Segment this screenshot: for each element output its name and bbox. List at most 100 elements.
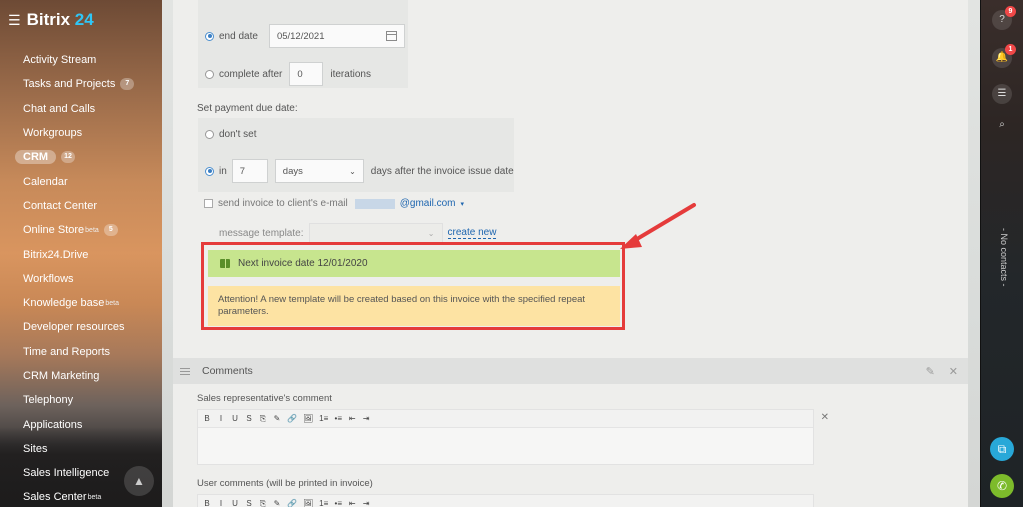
scroll-up-icon[interactable]: ▲ <box>124 466 154 496</box>
sidebar-item-workgroups[interactable]: Workgroups <box>23 121 158 145</box>
open-lines-icon[interactable]: ⧉ <box>990 437 1014 461</box>
create-new-link[interactable]: create new <box>447 227 497 239</box>
send-invoice-label: send invoice to client's e-mail <box>218 198 348 209</box>
complete-after-label: complete after <box>219 68 283 80</box>
days-count-input[interactable]: 7 <box>231 159 268 183</box>
help-badge: 9 <box>1005 6 1016 17</box>
sales-rep-comment-label: Sales representative's comment <box>197 393 332 404</box>
sidebar-item-crm-marketing[interactable]: CRM Marketing <box>23 364 158 388</box>
sidebar-item-label: Contact Center <box>23 199 97 212</box>
end-date-radio[interactable] <box>205 31 214 41</box>
menu-burger-icon[interactable]: ☰ <box>8 12 21 29</box>
dont-set-radio[interactable] <box>205 130 214 139</box>
editor-toolbar-button[interactable]: •≡ <box>334 499 342 507</box>
sidebar-item-telephony[interactable]: Telephony <box>23 388 158 412</box>
editor-toolbar-button[interactable]: 1≡ <box>319 414 328 423</box>
in-days-radio[interactable] <box>205 166 214 176</box>
sidebar-item-bitrix24-drive[interactable]: Bitrix24.Drive <box>23 242 158 266</box>
sidebar-item-applications[interactable]: Applications <box>23 412 158 436</box>
edit-pencil-icon[interactable]: ✎ <box>926 365 935 378</box>
in-days-row: in 7 days ⌄ days after the invoice issue… <box>205 159 514 183</box>
editor-toolbar-button[interactable]: I <box>217 414 225 423</box>
sidebar-item-label: CRM <box>15 150 57 165</box>
app-logo[interactable]: ☰ Bitrix 24 <box>8 10 94 30</box>
next-invoice-banner: Next invoice date 12/01/2020 <box>208 250 620 277</box>
chevron-down-icon: ⌄ <box>349 166 356 176</box>
chat-icon[interactable]: ☰ <box>992 84 1012 104</box>
sidebar-item-tasks-and-projects[interactable]: Tasks and Projects 7 <box>23 72 158 96</box>
send-invoice-checkbox[interactable] <box>204 199 213 208</box>
sidebar-item-beta-tag: beta <box>105 299 119 307</box>
editor-toolbar-button[interactable]: 🔗 <box>287 499 297 507</box>
sidebar-item-label: Applications <box>23 418 83 431</box>
drag-handle-icon[interactable] <box>180 367 190 375</box>
search-icon[interactable]: ⌕ <box>992 115 1012 135</box>
email-dropdown-icon[interactable]: ▾ <box>460 200 464 208</box>
editor-toolbar-button[interactable]: ✎ <box>273 414 281 423</box>
editor-toolbar-button[interactable]: ⇥ <box>362 414 370 423</box>
editor-toolbar-button[interactable]: B <box>203 499 211 507</box>
annotation-arrow-icon <box>620 203 696 249</box>
sidebar-item-label: Sites <box>23 442 48 455</box>
sales-rep-comment-editor[interactable]: B I U S ⎘ ✎ 🔗 🖼 1≡ •≡ ⇤ ⇥ ✕ <box>197 409 829 465</box>
sidebar-item-label: Tasks and Projects <box>23 78 116 91</box>
sidebar-item-knowledge-base[interactable]: Knowledge base beta <box>23 291 158 315</box>
help-icon[interactable]: ? 9 <box>992 6 1016 30</box>
editor-toolbar-button[interactable]: U <box>231 414 239 423</box>
editor-toolbar-button[interactable]: •≡ <box>334 414 342 423</box>
sidebar-item-contact-center[interactable]: Contact Center <box>23 194 158 218</box>
editor-toolbar-button[interactable]: 🔗 <box>287 414 297 423</box>
sidebar-item-chat-and-calls[interactable]: Chat and Calls <box>23 97 158 121</box>
editor-toolbar-button[interactable]: S <box>245 414 253 423</box>
end-date-input[interactable]: 05/12/2021 <box>268 24 405 48</box>
sidebar-item-online-store[interactable]: Online Store beta 5 <box>23 218 158 242</box>
sidebar-item-calendar[interactable]: Calendar <box>23 169 158 193</box>
sidebar-item-label: Workgroups <box>23 127 83 140</box>
attention-text: Attention! A new template will be create… <box>218 294 586 317</box>
email-masked-part <box>354 198 395 209</box>
calendar-icon[interactable] <box>385 31 397 41</box>
after-issue-label: days after the invoice issue date <box>370 165 514 177</box>
sidebar-item-sites[interactable]: Sites <box>23 437 158 461</box>
editor-toolbar-button[interactable]: U <box>231 499 239 507</box>
email-domain[interactable]: @gmail.com <box>400 198 456 209</box>
complete-after-radio[interactable] <box>205 69 214 79</box>
sidebar-item-label: Developer resources <box>23 321 125 334</box>
sidebar-item-label: Chat and Calls <box>23 102 96 115</box>
sidebar-item-time-and-reports[interactable]: Time and Reports <box>23 340 158 364</box>
sidebar-item-label: Time and Reports <box>23 345 111 358</box>
editor-toolbar-button[interactable]: 🖼 <box>303 499 313 507</box>
sidebar-item-label: Telephony <box>23 394 74 407</box>
send-invoice-row: send invoice to client's e-mail @gmail.c… <box>204 198 464 209</box>
sidebar-item-activity-stream[interactable]: Activity Stream <box>23 48 158 72</box>
editor-toolbar-button[interactable]: I <box>217 499 225 507</box>
editor-toolbar-button[interactable]: B <box>203 414 211 423</box>
user-comments-label: User comments (will be printed in invoic… <box>197 478 373 489</box>
dont-set-row: don't set <box>205 129 257 140</box>
message-template-select[interactable]: ⌄ <box>308 223 443 243</box>
editor-toolbar-button[interactable]: ⎘ <box>259 414 267 424</box>
editor-toolbar-button[interactable]: S <box>245 499 253 507</box>
phone-icon[interactable]: ✆ <box>990 474 1014 498</box>
editor-toolbar-button[interactable]: ⇤ <box>348 499 356 507</box>
editor-toolbar-button[interactable]: ✎ <box>273 499 281 507</box>
close-icon[interactable]: ✕ <box>821 412 829 423</box>
editor-toolbar-button[interactable]: 🖼 <box>303 414 313 423</box>
bell-icon[interactable]: 🔔 1 <box>992 44 1016 68</box>
sidebar-item-crm[interactable]: CRM 12 <box>15 145 158 169</box>
message-template-row: message template: ⌄ create new <box>219 223 497 243</box>
user-comments-editor[interactable]: B I U S ⎘ ✎ 🔗 🖼 1≡ •≡ ⇤ ⇥ <box>197 494 814 507</box>
editor-toolbar-button[interactable]: ⇤ <box>348 414 356 423</box>
editor-toolbar-button[interactable]: ⇥ <box>362 499 370 507</box>
right-toolbar: ? 9 🔔 1 ☰ ⌕ - No contacts - ⧉ ✆ <box>980 0 1023 507</box>
sidebar-item-developer-resources[interactable]: Developer resources <box>23 315 158 339</box>
period-select[interactable]: days ⌄ <box>274 159 364 183</box>
period-select-value: days <box>282 165 303 177</box>
close-icon[interactable]: ✕ <box>949 365 958 378</box>
sidebar-item-workflows[interactable]: Workflows <box>23 267 158 291</box>
iterations-input[interactable]: 0 <box>289 62 324 86</box>
comments-section-header: Comments ✎ ✕ <box>173 358 968 384</box>
dont-set-label: don't set <box>219 129 257 140</box>
editor-toolbar-button[interactable]: 1≡ <box>319 499 328 507</box>
editor-toolbar-button[interactable]: ⎘ <box>259 499 267 507</box>
